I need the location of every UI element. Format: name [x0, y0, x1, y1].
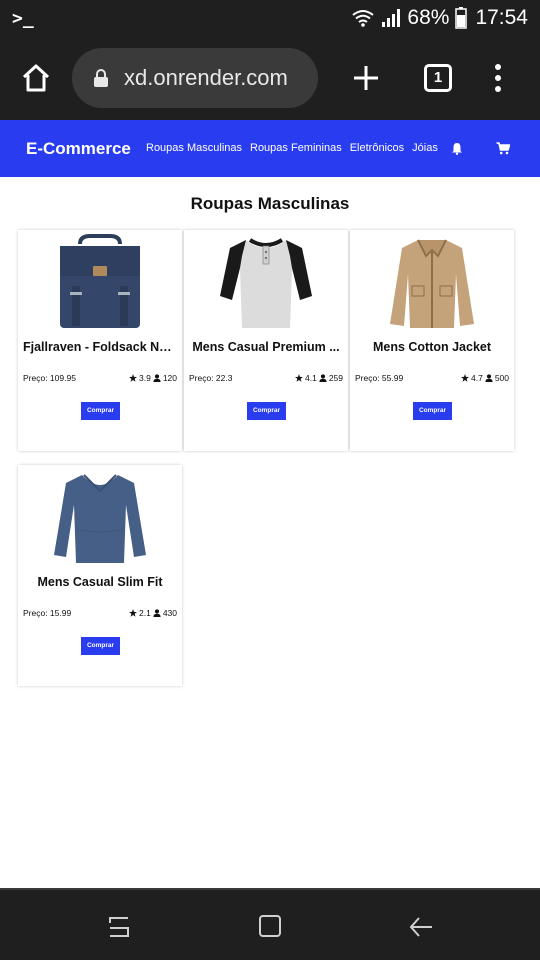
longsleeve-shirt-image: [54, 474, 146, 563]
tshirt-image: [220, 238, 312, 328]
star-icon: [128, 374, 137, 382]
back-icon[interactable]: [408, 914, 434, 940]
rating-count: 259: [328, 373, 343, 383]
product-card: Mens Casual Premium ... Preço: 22.3 4.1 …: [184, 230, 348, 451]
home-button-icon[interactable]: [258, 914, 282, 938]
nav-link-eletronicos[interactable]: Eletrônicos: [350, 142, 404, 154]
jacket-image: [390, 239, 474, 328]
product-name[interactable]: Mens Casual Premium ...: [184, 340, 348, 354]
new-tab-icon[interactable]: [352, 64, 380, 92]
star-icon: [128, 609, 137, 617]
product-rating: 4.1 259: [294, 373, 343, 383]
clock: 17:54: [475, 6, 528, 29]
recent-apps-icon[interactable]: [106, 914, 132, 940]
user-icon: [153, 374, 161, 382]
star-icon: [294, 374, 303, 382]
rating-value: 3.9: [138, 373, 151, 383]
rating-value: 2.1: [138, 608, 151, 618]
rating-count: 120: [162, 373, 177, 383]
nav-link-roupas-femininas[interactable]: Roupas Femininas: [250, 142, 342, 154]
product-price: Preço: 22.3: [189, 373, 233, 383]
rating-count: 500: [494, 373, 509, 383]
nav-links: Roupas Masculinas Roupas Femininas Eletr…: [146, 142, 438, 154]
rating-count: 430: [162, 608, 177, 618]
battery-icon: [455, 7, 468, 29]
status-bar: >_ 68% 17:54: [0, 0, 540, 38]
rating-value: 4.7: [470, 373, 483, 383]
browser-toolbar: xd.onrender.com 1: [0, 38, 540, 120]
battery-percent: 68%: [407, 6, 450, 29]
address-bar[interactable]: xd.onrender.com: [72, 48, 318, 108]
star-icon: [460, 374, 469, 382]
product-price: Preço: 15.99: [23, 608, 72, 618]
product-card: Mens Casual Slim Fit Preço: 15.99 2.1 43…: [18, 465, 182, 686]
nav-link-joias[interactable]: Jóias: [412, 142, 438, 154]
product-name[interactable]: Mens Cotton Jacket: [350, 340, 514, 354]
cart-icon[interactable]: [496, 142, 510, 155]
page-title: Roupas Masculinas: [190, 194, 350, 213]
product-price: Preço: 109.95: [23, 373, 76, 383]
signal-icon: [382, 9, 401, 27]
url-text: xd.onrender.com: [124, 65, 288, 90]
product-rating: 4.7 500: [460, 373, 509, 383]
product-name[interactable]: Fjallraven - Foldsack No...: [18, 340, 182, 354]
status-indicators: 68% 17:54: [351, 6, 528, 30]
user-icon: [319, 374, 327, 382]
brand-logo[interactable]: E-Commerce: [26, 139, 131, 159]
buy-button[interactable]: Comprar: [81, 402, 120, 420]
buy-button[interactable]: Comprar: [247, 402, 286, 420]
user-icon: [485, 374, 493, 382]
product-card: Mens Cotton Jacket Preço: 55.99 4.7 500 …: [350, 230, 514, 451]
bell-icon[interactable]: [451, 142, 463, 155]
user-icon: [153, 609, 161, 617]
backpack-image: [60, 234, 140, 328]
product-rating: 2.1 430: [128, 608, 177, 618]
buy-button[interactable]: Comprar: [413, 402, 452, 420]
system-navigation-bar: [0, 888, 540, 960]
tab-switcher-button[interactable]: 1: [424, 64, 452, 92]
lock-icon: [94, 69, 108, 87]
wifi-icon: [352, 10, 375, 27]
rating-value: 4.1: [304, 373, 317, 383]
product-card: Fjallraven - Foldsack No... Preço: 109.9…: [18, 230, 182, 451]
buy-button[interactable]: Comprar: [81, 637, 120, 655]
product-name[interactable]: Mens Casual Slim Fit: [18, 575, 182, 589]
home-icon[interactable]: [20, 62, 52, 94]
app-navbar: E-Commerce Roupas Masculinas Roupas Femi…: [0, 120, 540, 177]
product-price: Preço: 55.99: [355, 373, 404, 383]
product-rating: 3.9 120: [128, 373, 177, 383]
nav-link-roupas-masculinas[interactable]: Roupas Masculinas: [146, 142, 242, 154]
overflow-menu-icon[interactable]: [490, 62, 506, 94]
terminal-icon: >_: [12, 8, 34, 29]
